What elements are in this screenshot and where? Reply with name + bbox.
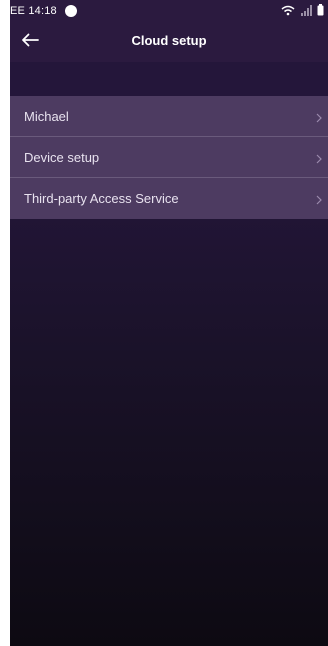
header-spacer — [10, 62, 328, 96]
battery-icon — [317, 4, 324, 19]
status-left: EE 14:18 — [10, 5, 77, 17]
carrier-time: EE 14:18 — [10, 5, 57, 17]
menu-item-label: Third-party Access Service — [24, 191, 179, 206]
menu-item-third-party-access[interactable]: Third-party Access Service — [10, 178, 328, 219]
status-bar: EE 14:18 — [10, 0, 328, 22]
menu-item-label: Michael — [24, 108, 69, 124]
phone-screen: EE 14:18 Cloud setup Michael Device setu… — [10, 0, 328, 646]
page-title: Cloud setup — [131, 33, 207, 48]
app-bar: Cloud setup — [10, 22, 328, 62]
menu-item-michael[interactable]: Michael — [10, 96, 328, 137]
chevron-right-icon — [316, 192, 322, 210]
menu-item-label: Device setup — [24, 149, 100, 165]
chevron-right-icon — [316, 151, 322, 169]
signal-icon — [300, 4, 312, 19]
chevron-right-icon — [316, 110, 322, 128]
record-dot-icon — [64, 5, 77, 17]
wifi-icon — [281, 5, 295, 19]
settings-menu: Michael Device setup Third-party Access … — [10, 96, 328, 219]
menu-item-device-setup[interactable]: Device setup — [10, 137, 328, 178]
status-right — [281, 4, 324, 19]
